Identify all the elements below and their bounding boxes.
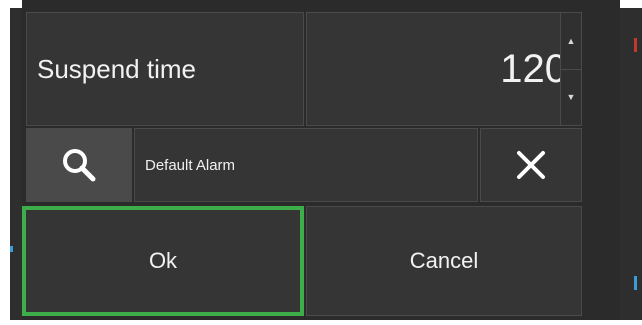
screen: Suspend time 120 ▲ ▼ Default Alarm Ok Ca… [0,0,642,325]
clear-alarm-button[interactable] [480,128,582,202]
suspend-time-input[interactable]: 120 [306,12,578,126]
ok-button[interactable]: Ok [22,206,304,316]
background-red-mark [634,38,637,52]
cancel-button[interactable]: Cancel [306,206,582,316]
search-icon [63,149,96,182]
background-window-left [10,8,22,320]
close-icon [517,151,545,179]
background-blue-mark [634,276,637,290]
chevron-up-icon: ▲ [566,36,576,46]
spinner-down-button[interactable]: ▼ [561,69,581,125]
suspend-time-label: Suspend time [26,12,304,126]
chevron-down-icon: ▼ [566,92,576,102]
suspend-time-spinner: ▲ ▼ [560,12,582,126]
background-accent-mark [10,246,13,252]
alarm-name-field[interactable]: Default Alarm [134,128,478,202]
search-button[interactable] [26,128,132,202]
background-window-right [620,8,642,320]
spinner-up-button[interactable]: ▲ [561,13,581,70]
